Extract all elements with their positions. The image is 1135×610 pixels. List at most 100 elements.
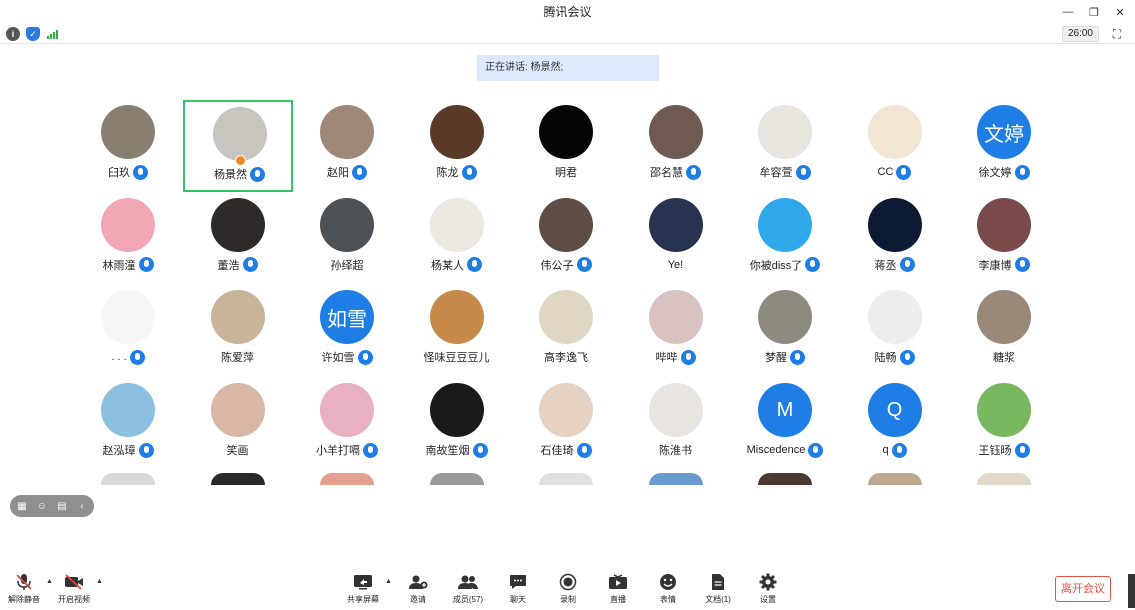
participant-tile[interactable]: 陈淮书 <box>621 378 731 470</box>
participant-tile[interactable]: 林雨潼 <box>73 193 183 285</box>
invite-button[interactable]: 邀请 <box>396 573 440 609</box>
chat-bubble-icon[interactable]: ▤ <box>56 500 68 512</box>
participant-tile[interactable]: 怪味豆豆豆儿 <box>402 285 512 377</box>
participant-tile[interactable]: 蒋丞 <box>840 193 950 285</box>
avatar: Q <box>867 383 922 438</box>
participant-name-text: 赵泓璋 <box>102 445 136 458</box>
mic-icon <box>461 164 477 180</box>
participant-tile[interactable]: 李康博 <box>949 193 1059 285</box>
participant-tile[interactable]: 如雪 许如雪 <box>292 285 402 377</box>
participant-tile[interactable]: 南故笙烟 <box>402 378 512 470</box>
fullscreen-icon[interactable]: ⛶ <box>1109 26 1125 42</box>
participant-name-text: 邵名慧 <box>650 167 683 179</box>
start-video-button[interactable]: 开启视频 <box>52 573 96 609</box>
participant-tile[interactable]: 梦醒 <box>730 285 840 377</box>
participant-name: 南故笙烟 <box>402 442 512 458</box>
avatar <box>210 197 265 252</box>
avatar <box>210 383 265 438</box>
avatar <box>429 290 484 345</box>
participant-name-text: 赵阳 <box>327 167 349 179</box>
participant-name: CC <box>840 164 950 180</box>
avatar: 如雪 <box>320 290 374 345</box>
participant-tile[interactable]: 小羊打嗝 <box>292 378 402 470</box>
participant-tile[interactable]: 明君 <box>511 100 621 192</box>
participant-tile[interactable]: 邵名慧 <box>621 100 731 192</box>
minimize-icon[interactable]: — <box>1061 5 1075 19</box>
participant-tile[interactable]: 石佳琦 <box>511 378 621 470</box>
restore-icon[interactable]: ❐ <box>1087 5 1101 19</box>
participant-tile[interactable]: 你被diss了 <box>730 193 840 285</box>
participant-tile[interactable]: 陈爱萍 <box>183 285 293 377</box>
participant-tile[interactable]: 笑画 <box>183 378 293 470</box>
mic-icon <box>1014 442 1030 458</box>
status-bar: i ✓ 26:00 ⛶ <box>0 24 1135 44</box>
participant-name-text: 牟容萱 <box>759 167 793 179</box>
participant-tile[interactable]: 糖浆 <box>949 285 1059 377</box>
signal-icon[interactable] <box>46 27 60 41</box>
participant-tile[interactable]: CC <box>840 100 950 192</box>
participant-name: 牟容萱 <box>730 164 840 180</box>
participant-tile[interactable]: 杨某人 <box>402 193 512 285</box>
participant-name: 李康博 <box>949 257 1059 273</box>
participant-tile[interactable]: M Miscedence <box>730 378 840 470</box>
close-icon[interactable]: ✕ <box>1113 5 1127 19</box>
mic-icon <box>129 349 145 365</box>
avatar-initials: 如雪 <box>327 308 367 331</box>
participant-name-text: Ye! <box>667 258 684 271</box>
shield-icon[interactable]: ✓ <box>26 27 40 41</box>
live-button[interactable]: 直播 <box>596 573 640 609</box>
chat-button[interactable]: 聊天 <box>496 573 540 609</box>
participant-tile[interactable]: 陈龙 <box>402 100 512 192</box>
leave-meeting-button[interactable]: 离开会议 <box>1055 576 1111 602</box>
participant-name-text: . . . <box>111 351 127 364</box>
mic-icon <box>138 442 154 458</box>
grid-view-icon[interactable]: ▦ <box>16 500 28 512</box>
participant-tile[interactable]: 赵阳 <box>292 100 402 192</box>
docs-button[interactable]: 文档(1) <box>696 573 740 609</box>
participant-tile[interactable]: Qq <box>840 378 950 470</box>
record-button[interactable]: 录制 <box>546 573 590 609</box>
unmute-button[interactable]: 解除静音 <box>2 573 46 609</box>
avatar <box>648 383 703 438</box>
participant-tile[interactable]: 赵泓璋 <box>73 378 183 470</box>
participant-tile[interactable]: 伟公子 <box>511 193 621 285</box>
participant-tile[interactable]: 孙绎超 <box>292 193 402 285</box>
smile-icon <box>658 573 678 591</box>
mic-icon <box>686 164 701 180</box>
avatar-partial <box>977 473 1031 485</box>
participant-tile[interactable]: 高李逸飞 <box>511 285 621 377</box>
participant-name: 臼玖 <box>73 164 183 180</box>
participant-name: 伟公子 <box>511 257 621 273</box>
participant-tile[interactable]: 董浩 <box>183 193 293 285</box>
share-screen-button[interactable]: 共享屏幕 <box>341 573 385 609</box>
window-controls: — ❐ ✕ <box>1061 0 1127 24</box>
members-button[interactable]: 成员(57) <box>446 573 490 609</box>
participant-tile[interactable]: 臼玖 <box>73 100 183 192</box>
mic-icon <box>899 257 915 273</box>
participant-tile[interactable]: 王钰旸 <box>949 378 1059 470</box>
video-options-icon[interactable]: ▲ <box>96 578 103 585</box>
participant-tile[interactable]: . . . <box>73 285 183 377</box>
participant-tile[interactable]: 牟容萱 <box>730 100 840 192</box>
share-options-icon[interactable]: ▲ <box>385 578 392 585</box>
record-icon <box>558 573 578 591</box>
participant-tile[interactable]: Ye! <box>621 193 731 285</box>
info-icon[interactable]: i <box>6 27 20 41</box>
settings-button[interactable]: 设置 <box>746 573 790 609</box>
mic-icon <box>1014 257 1030 273</box>
reactions-button[interactable]: 表情 <box>646 573 690 609</box>
participant-name: Ye! <box>621 257 731 273</box>
face-icon[interactable]: ☺ <box>36 500 48 512</box>
participant-tile[interactable]: 哔哔 <box>621 285 731 377</box>
avatar <box>648 290 703 345</box>
participant-tile[interactable]: 杨景然 <box>182 100 293 192</box>
collapse-icon[interactable]: ‹ <box>76 500 88 512</box>
participant-name: 梦醒 <box>730 349 840 365</box>
participant-name: 许如雪 <box>292 349 402 365</box>
participant-name: Miscedence <box>730 442 840 458</box>
participant-name-text: CC <box>877 166 894 178</box>
participant-name-text: 糖浆 <box>993 352 1015 365</box>
participant-tile[interactable]: 陆畅 <box>840 285 950 377</box>
avatar <box>320 197 374 252</box>
participant-tile[interactable]: 文婷 徐文婷 <box>949 100 1059 192</box>
